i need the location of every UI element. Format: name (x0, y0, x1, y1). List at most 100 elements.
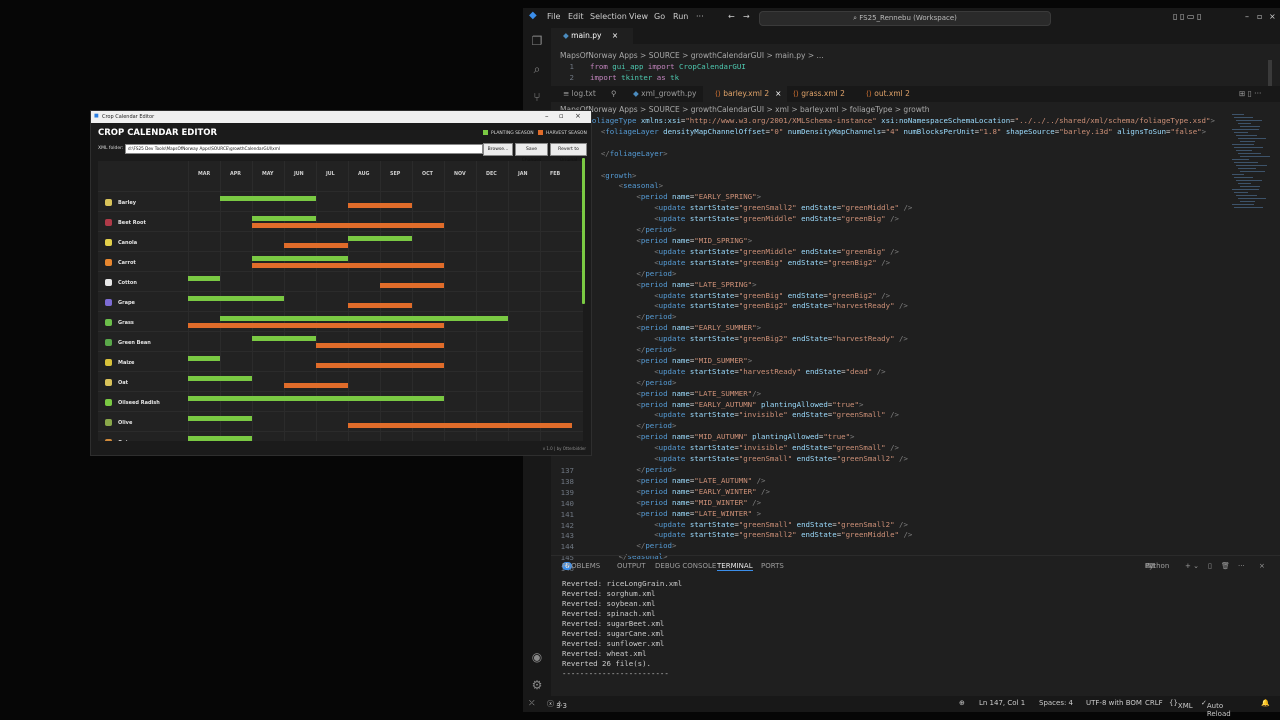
close-window-icon[interactable]: × (575, 112, 581, 120)
tab-out-xml[interactable]: ⟨⟩ out.xml 2 (854, 86, 936, 102)
problems-status[interactable]: ⓧ 3 ⚠ 3 (547, 699, 567, 710)
scrollbar[interactable] (1268, 60, 1272, 88)
vscode-logo-icon: ◆ (529, 10, 537, 21)
menu-go[interactable]: Go (654, 12, 665, 21)
month-label: APR (230, 172, 241, 177)
maximize-icon[interactable]: ▫ (1257, 12, 1262, 21)
breadcrumb-xml[interactable]: MapsOfNorway Apps > SOURCE > growthCalen… (560, 105, 930, 114)
terminal-line: Reverted: sunflower.xml (562, 639, 665, 648)
minimap-line (1236, 150, 1252, 151)
harvest-bar[interactable] (188, 323, 444, 328)
tab-problems[interactable]: PROBLEMS 6 (562, 562, 600, 570)
month-label: MAY (262, 172, 274, 177)
planting-bar[interactable] (220, 316, 508, 321)
split-terminal-icon[interactable]: ▯ (1208, 562, 1212, 570)
planting-bar[interactable] (188, 416, 252, 421)
planting-bar[interactable] (188, 356, 220, 361)
tab-ports[interactable]: PORTS (761, 562, 784, 570)
zoom-icon[interactable]: ⊕ (959, 699, 965, 707)
minimize-icon[interactable]: – (545, 112, 549, 120)
search-icon[interactable]: ⌕ (530, 62, 544, 76)
tab-grass-xml[interactable]: ⟨⟩ grass.xml 2 (781, 86, 863, 102)
encoding[interactable]: UTF-8 with BOM (1086, 699, 1142, 707)
harvest-bar[interactable] (284, 383, 348, 388)
tab-debug-console[interactable]: DEBUG CONSOLE (655, 562, 716, 570)
menu-run[interactable]: Run (673, 12, 688, 21)
code-line-1[interactable]: from gui_app import CropCalendarGUI (590, 62, 746, 71)
new-terminal-icon[interactable]: + ⌄ (1185, 562, 1199, 570)
planting-bar[interactable] (188, 276, 220, 281)
planting-bar[interactable] (188, 436, 252, 441)
breadcrumb-main[interactable]: MapsOfNorway Apps > SOURCE > growthCalen… (560, 51, 824, 60)
language-mode[interactable]: {} XML (1169, 699, 1193, 710)
planting-bar[interactable] (188, 396, 444, 401)
code-line-2[interactable]: import tkinter as tk (590, 73, 679, 82)
harvest-bar[interactable] (316, 343, 444, 348)
menu-file[interactable]: File (547, 12, 560, 21)
minimap-line (1234, 132, 1248, 133)
close-window-icon[interactable]: × (1269, 12, 1276, 21)
minimap-line (1234, 192, 1248, 193)
harvest-bar[interactable] (348, 303, 412, 308)
xml-folder-input[interactable]: d:\FS25 Dev Tools\MapsOfNorway Apps\SOUR… (125, 144, 483, 154)
menu-selection[interactable]: Selection (590, 12, 627, 21)
xml-folder-label: XML folder: (98, 146, 124, 151)
calendar-scrollbar[interactable] (582, 158, 585, 304)
terminal[interactable]: Reverted: riceLongGrain.xml Reverted: sor… (562, 579, 1262, 689)
harvest-bar[interactable] (252, 223, 444, 228)
editor-actions-icon[interactable]: ⊞ ▯ ··· (1239, 86, 1279, 102)
pin-icon[interactable]: ⚲ (609, 86, 621, 102)
oat-icon (105, 379, 112, 386)
minimap[interactable] (1229, 114, 1270, 214)
kill-terminal-icon[interactable]: 🗑 (1221, 562, 1230, 570)
settings-gear-icon[interactable]: ⚙ (530, 678, 544, 692)
menu-more[interactable]: ··· (696, 12, 704, 21)
tab-output[interactable]: OUTPUT (617, 562, 646, 570)
forward-arrow-icon[interactable]: → (743, 12, 750, 21)
xml-code[interactable]: <foliageType xmlns:xsi="http://www.w3.or… (583, 116, 1215, 563)
planting-bar[interactable] (252, 336, 316, 341)
remote-icon[interactable]: ⤫ (529, 699, 535, 708)
cursor-position[interactable]: Ln 147, Col 1 (979, 699, 1025, 707)
browse-button[interactable]: Browse... (483, 143, 513, 156)
auto-reload[interactable]: ✓ Auto Reload (1201, 699, 1231, 718)
planting-bar[interactable] (252, 216, 316, 221)
save-button[interactable]: Save Changes (515, 143, 548, 163)
planting-bar[interactable] (252, 256, 348, 261)
command-center-search[interactable]: ⌕ FS25_Rennebu (Workspace) (759, 11, 1051, 26)
tab-xml-growth-py[interactable]: ◆ xml_growth.py (621, 86, 713, 102)
planting-bar[interactable] (220, 196, 316, 201)
harvest-bar[interactable] (252, 263, 444, 268)
maximize-icon[interactable]: ▫ (559, 112, 564, 120)
tab-main-py[interactable]: ◆ main.py × (551, 28, 633, 44)
notifications-bell-icon[interactable]: 🔔 (1261, 699, 1270, 707)
close-tab-icon[interactable]: × (612, 31, 618, 40)
account-icon[interactable]: ◉ (530, 650, 544, 664)
planting-bar[interactable] (188, 296, 284, 301)
close-panel-icon[interactable]: × (1259, 562, 1265, 570)
harvest-bar[interactable] (348, 423, 572, 428)
harvest-bar[interactable] (284, 243, 348, 248)
line-endings[interactable]: CRLF (1145, 699, 1163, 707)
revert-button[interactable]: Revert to Original (550, 143, 587, 163)
back-arrow-icon[interactable]: ← (728, 12, 735, 21)
source-control-icon[interactable]: ⑂ (530, 90, 544, 104)
menu-view[interactable]: View (629, 12, 648, 21)
harvest-bar[interactable] (380, 283, 444, 288)
tab-barley-xml[interactable]: ⟨⟩ barley.xml 2 × (703, 86, 787, 102)
harvest-bar[interactable] (348, 203, 412, 208)
minimize-icon[interactable]: – (1245, 12, 1249, 21)
bean-icon (105, 339, 112, 346)
planting-bar[interactable] (348, 236, 412, 241)
layout-icon[interactable]: ▯ ▯ ▭ ▯ (1173, 12, 1201, 21)
planting-bar[interactable] (188, 376, 252, 381)
harvest-bar[interactable] (316, 363, 444, 368)
minimap-line (1234, 207, 1263, 208)
tab-terminal[interactable]: TERMINAL (717, 562, 753, 571)
panel-more-icon[interactable]: ··· (1238, 562, 1245, 570)
crop-name: Onion (118, 440, 135, 441)
explorer-icon[interactable]: ❐ (530, 34, 544, 48)
menu-edit[interactable]: Edit (568, 12, 584, 21)
panel-tabs: PROBLEMS 6 OUTPUT DEBUG CONSOLE TERMINAL… (562, 562, 1265, 571)
indentation[interactable]: Spaces: 4 (1039, 699, 1073, 707)
